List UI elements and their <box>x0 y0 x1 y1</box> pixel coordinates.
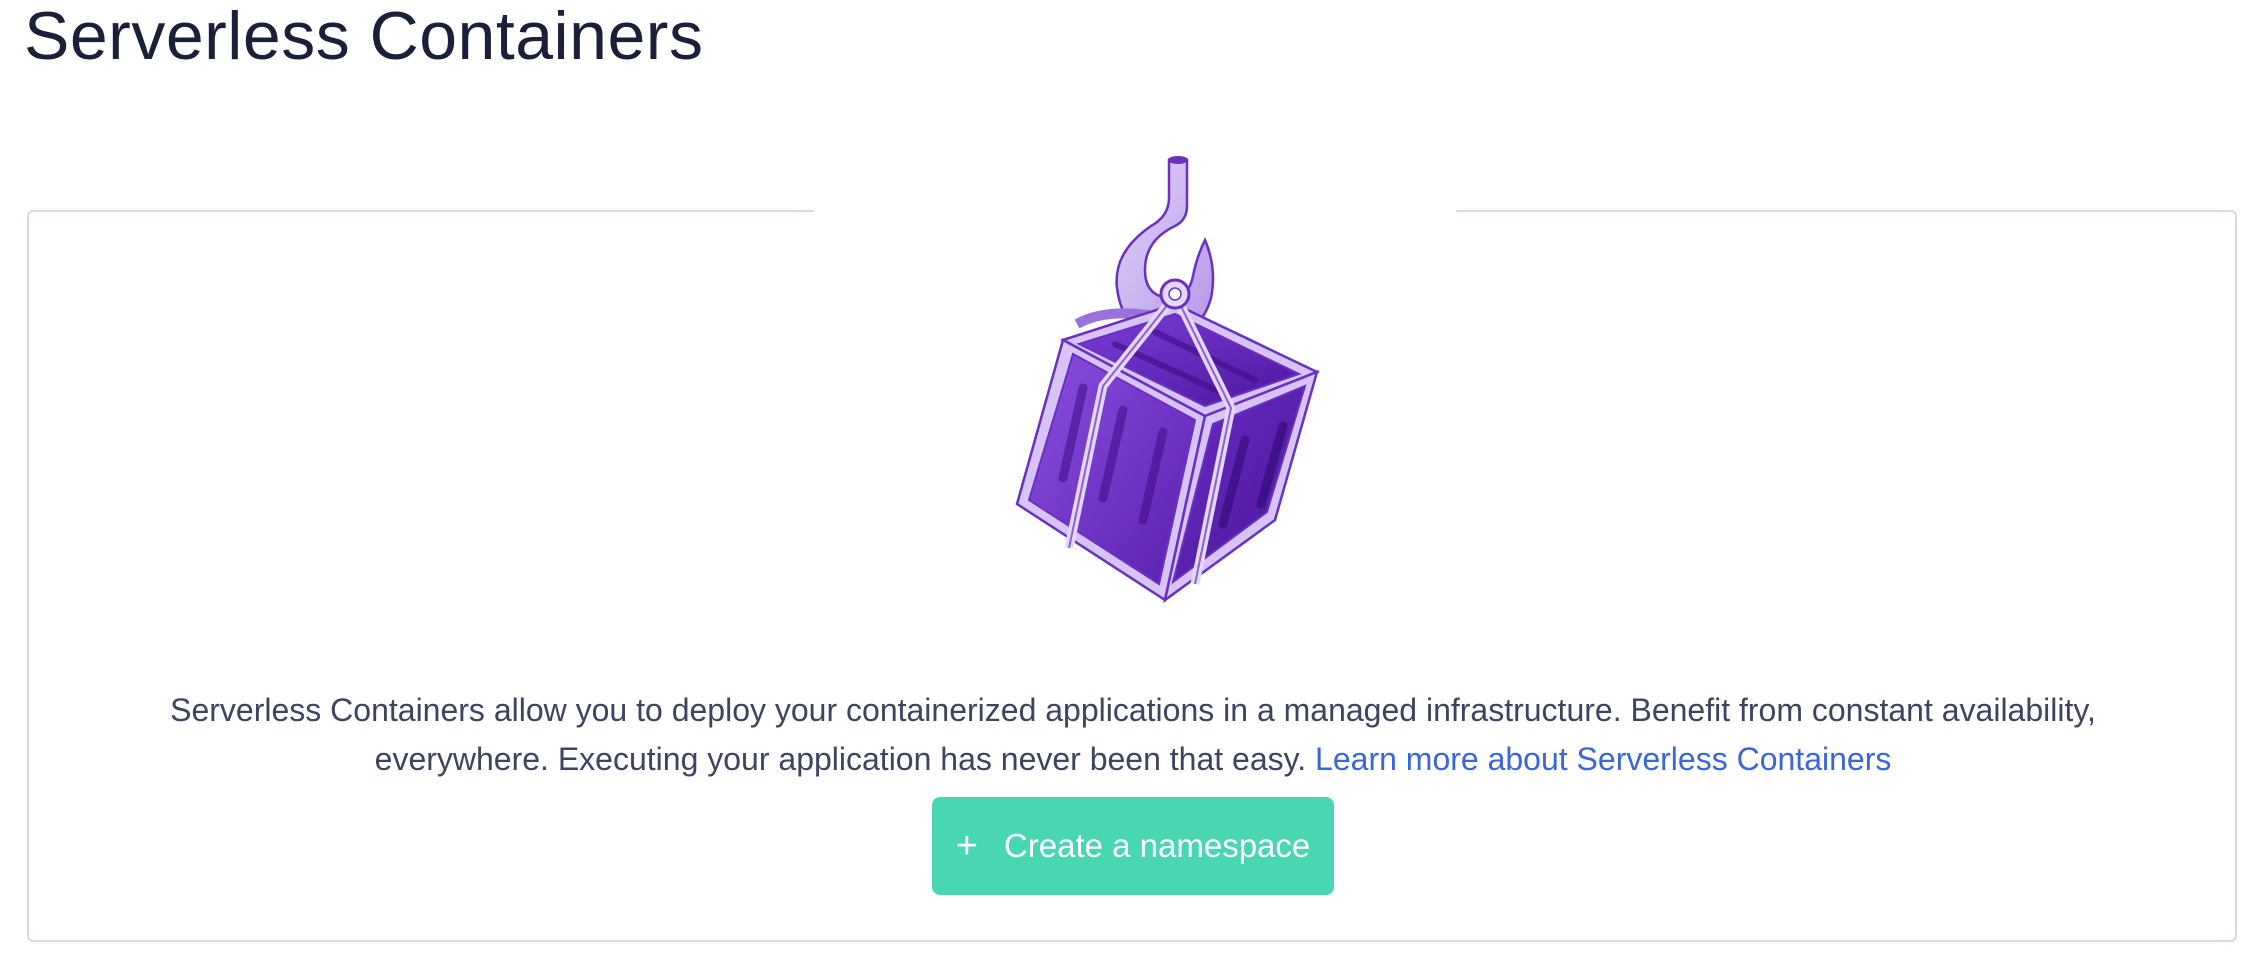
container-crate-icon <box>1015 156 1321 603</box>
learn-more-link[interactable]: Learn more about Serverless Containers <box>1315 741 1891 777</box>
page: Serverless Containers Serverless Contain… <box>0 0 2260 964</box>
page-title: Serverless Containers <box>24 0 704 74</box>
create-namespace-button[interactable]: + Create a namespace <box>932 797 1334 895</box>
plus-icon: + <box>955 825 978 867</box>
create-namespace-label: Create a namespace <box>1003 827 1311 864</box>
empty-state-description: Serverless Containers allow you to deplo… <box>120 686 2146 784</box>
